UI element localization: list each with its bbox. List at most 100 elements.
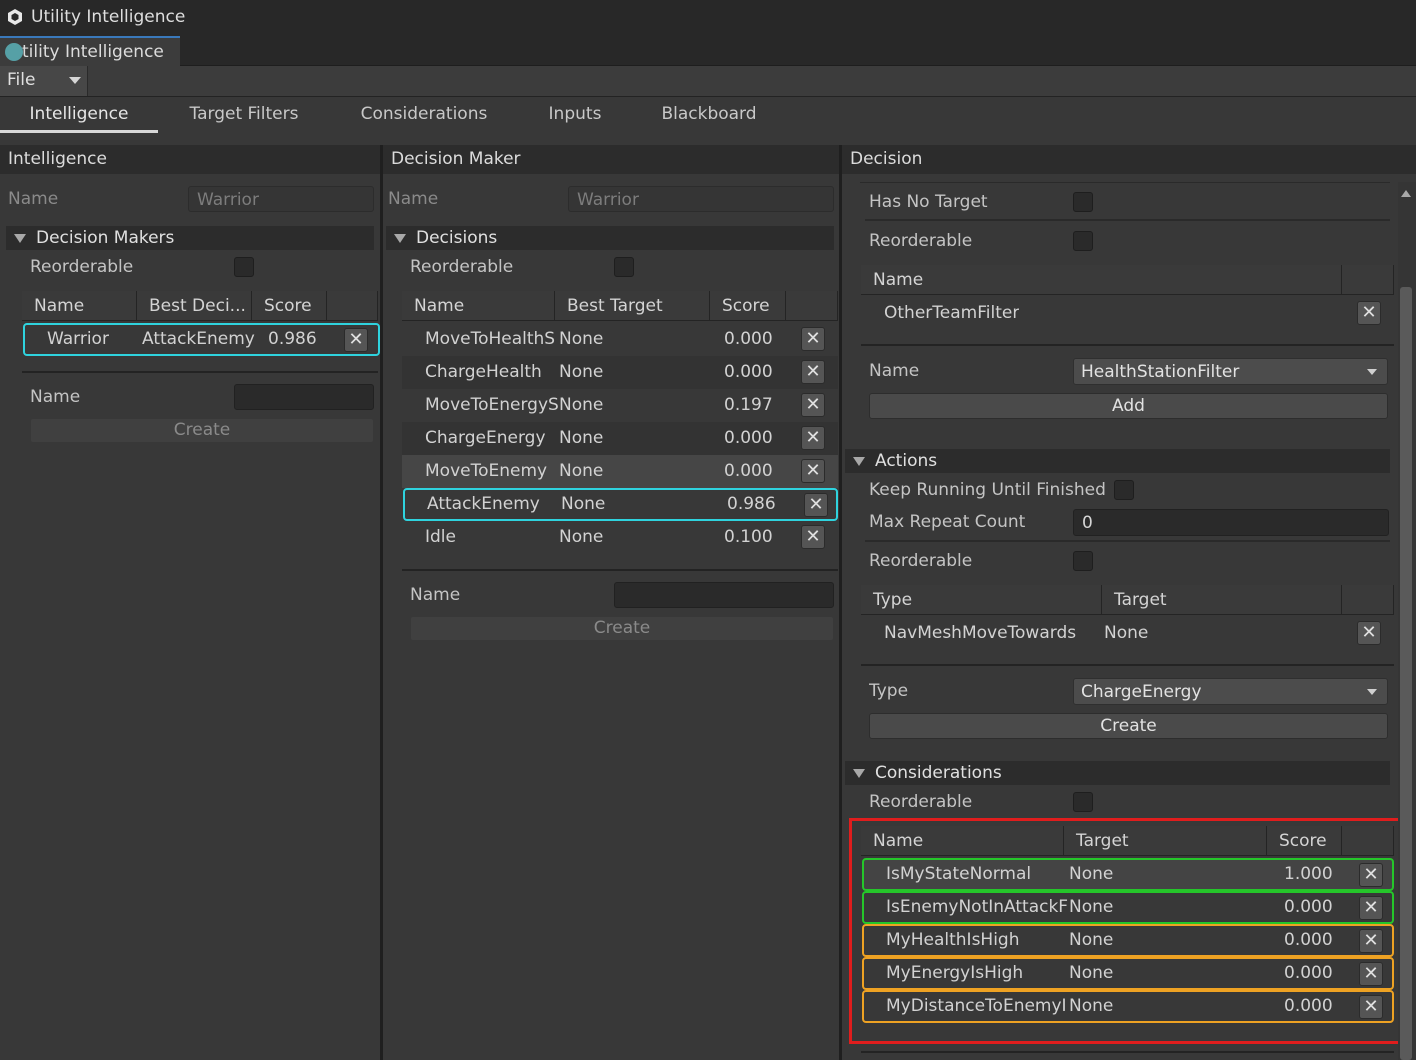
triangle-down-icon (14, 233, 26, 243)
column-header-actions (327, 291, 378, 321)
actions-reorderable-label: Reorderable (869, 551, 973, 571)
table-row[interactable]: MoveToHealthS None 0.000 ✕ (402, 323, 838, 356)
create-decision-button[interactable]: Create (410, 616, 834, 641)
triangle-down-icon (853, 768, 865, 778)
table-row[interactable]: ChargeHealth None 0.000 ✕ (402, 356, 838, 389)
decision-score: 0.197 (724, 395, 773, 415)
intelligence-name-label: Name (8, 189, 59, 209)
remove-button[interactable]: ✕ (801, 426, 825, 450)
file-menu[interactable]: File (0, 66, 88, 96)
considerations-foldout[interactable]: Considerations (845, 761, 1390, 785)
considerations-foldout-label: Considerations (875, 763, 1002, 783)
chevron-down-icon (69, 77, 81, 84)
triangle-down-icon (853, 456, 865, 466)
window-tab-label: tility Intelligence (22, 42, 164, 62)
column-header-type[interactable]: Type (861, 585, 1102, 615)
max-repeat-label: Max Repeat Count (869, 512, 1026, 532)
decision-score: 0.000 (724, 362, 773, 382)
considerations-reorderable-checkbox[interactable] (1073, 792, 1093, 812)
triangle-down-icon (394, 233, 406, 243)
title-bar: Utility Intelligence (0, 0, 1416, 36)
tab-target-filters[interactable]: Target Filters (170, 97, 318, 133)
column-header-name[interactable]: Name (22, 291, 137, 321)
remove-button[interactable]: ✕ (1357, 621, 1381, 645)
column-header-best-decision[interactable]: Best Deci... (137, 291, 252, 321)
window-tab[interactable]: tility Intelligence (0, 36, 180, 66)
decision-score: 0.000 (724, 329, 773, 349)
decisions-reorderable-checkbox[interactable] (614, 257, 634, 277)
actions-foldout[interactable]: Actions (845, 449, 1390, 473)
column-header-score[interactable]: Score (252, 291, 327, 321)
create-decision-maker-button[interactable]: Create (30, 418, 374, 443)
table-row[interactable]: Warrior AttackEnemy 0.986 ✕ (23, 323, 380, 356)
decision-maker-best: AttackEnemy (142, 329, 255, 349)
decisions-table-header: Name Best Target Score (402, 291, 838, 322)
decision-makers-foldout-label: Decision Makers (36, 228, 175, 248)
column-header-name[interactable]: Name (861, 265, 1342, 295)
scrollbar-thumb[interactable] (1400, 287, 1412, 1060)
remove-button[interactable]: ✕ (801, 525, 825, 549)
decision-makers-foldout[interactable]: Decision Makers (6, 226, 374, 250)
new-decision-name-input[interactable] (614, 582, 834, 608)
table-row[interactable]: ChargeEnergy None 0.000 ✕ (402, 422, 838, 455)
menu-bar (0, 66, 1416, 97)
table-row[interactable]: NavMeshMoveTowards None ✕ (861, 617, 1394, 650)
divider (861, 1051, 1394, 1053)
action-type-label: Type (869, 681, 909, 701)
actions-reorderable-checkbox[interactable] (1073, 551, 1093, 571)
table-row[interactable]: MoveToEnergyS None 0.197 ✕ (402, 389, 838, 422)
panel-splitter[interactable] (380, 145, 383, 1060)
tab-blackboard[interactable]: Blackboard (644, 97, 774, 133)
tab-intelligence[interactable]: Intelligence (0, 97, 158, 133)
remove-button[interactable]: ✕ (801, 459, 825, 483)
new-decision-maker-name-label: Name (30, 387, 81, 407)
max-repeat-input[interactable]: 0 (1073, 509, 1389, 536)
window-tab-strip (0, 36, 1416, 66)
has-no-target-checkbox[interactable] (1073, 192, 1093, 212)
table-row[interactable]: Idle None 0.100 ✕ (402, 521, 838, 554)
filters-reorderable-checkbox[interactable] (1073, 231, 1093, 251)
new-decision-maker-name-input[interactable] (234, 384, 374, 410)
column-header-best-target[interactable]: Best Target (555, 291, 710, 321)
column-header-name[interactable]: Name (402, 291, 555, 321)
tab-considerations[interactable]: Considerations (342, 97, 506, 133)
divider (860, 182, 1390, 183)
divider (861, 344, 1394, 346)
decisions-reorderable-label: Reorderable (410, 257, 514, 277)
table-row[interactable]: OtherTeamFilter ✕ (861, 297, 1394, 330)
file-menu-label: File (7, 70, 36, 90)
decision-panel-header: Decision (842, 145, 1416, 174)
remove-button[interactable]: ✕ (804, 493, 828, 517)
tab-inputs[interactable]: Inputs (530, 97, 620, 133)
filters-reorderable-label: Reorderable (869, 231, 973, 251)
decision-score: 0.100 (724, 527, 773, 547)
actions-table-header: Type Target (861, 585, 1394, 616)
decision-maker-name-field[interactable]: Warrior (568, 186, 834, 212)
panel-splitter[interactable] (839, 145, 842, 1060)
decision-makers-reorderable-checkbox[interactable] (234, 257, 254, 277)
remove-button[interactable]: ✕ (801, 327, 825, 351)
add-filter-button[interactable]: Add (869, 393, 1388, 419)
new-decision-name-label: Name (410, 585, 461, 605)
remove-button[interactable]: ✕ (1357, 301, 1381, 325)
scroll-up-arrow-icon[interactable] (1401, 190, 1411, 197)
remove-button[interactable]: ✕ (344, 328, 368, 352)
keep-running-checkbox[interactable] (1114, 480, 1134, 500)
has-no-target-label: Has No Target (869, 192, 988, 212)
table-row[interactable]: MoveToEnemy None 0.000 ✕ (402, 455, 838, 488)
table-row[interactable]: AttackEnemy None 0.986 ✕ (403, 488, 838, 521)
divider (402, 569, 838, 571)
decisions-foldout[interactable]: Decisions (386, 226, 834, 250)
intelligence-name-field[interactable]: Warrior (188, 186, 374, 212)
action-type-dropdown[interactable]: ChargeEnergy (1073, 678, 1388, 705)
remove-button[interactable]: ✕ (801, 360, 825, 384)
create-action-button[interactable]: Create (869, 713, 1388, 739)
column-header-target[interactable]: Target (1102, 585, 1342, 615)
column-header-score[interactable]: Score (710, 291, 786, 321)
remove-button[interactable]: ✕ (801, 393, 825, 417)
decision-name: MoveToEnergyS (425, 395, 559, 415)
filter-dropdown[interactable]: HealthStationFilter (1073, 358, 1388, 385)
decision-target: None (559, 428, 604, 448)
filter-dropdown-value: HealthStationFilter (1081, 362, 1240, 382)
annotation-highlight-box (849, 818, 1402, 1044)
